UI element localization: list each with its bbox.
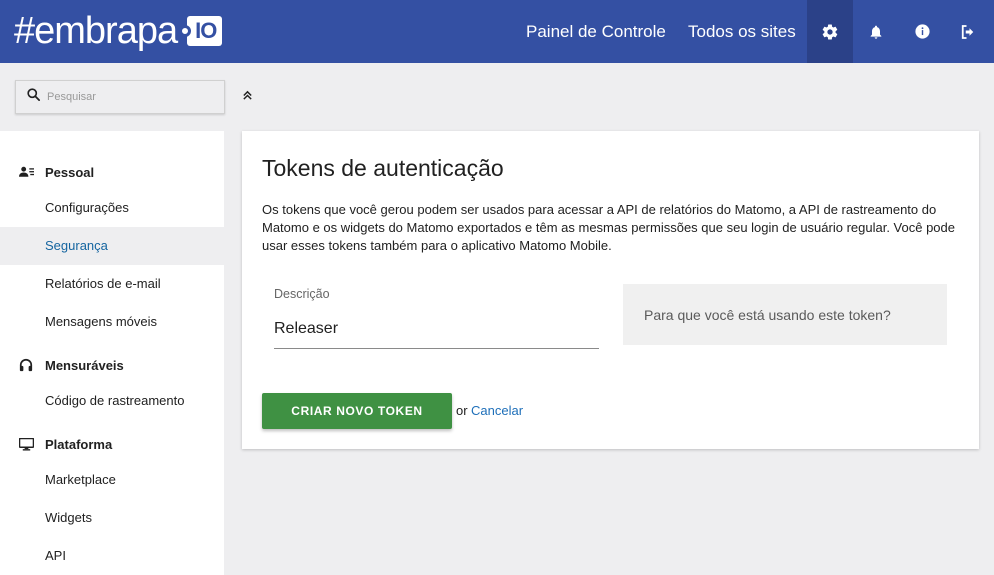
- sidebar-section-title: Pessoal: [45, 164, 95, 180]
- headset-icon: [18, 358, 34, 372]
- sidebar-section-title: Plataforma: [45, 436, 113, 452]
- cancel-link[interactable]: Cancelar: [471, 403, 523, 418]
- logo-text: #embrapa: [14, 10, 178, 52]
- search-input[interactable]: [47, 91, 207, 103]
- logo-badge: IO: [179, 16, 223, 46]
- sidebar-section-plataforma: Plataforma: [0, 432, 224, 456]
- or-text: or: [456, 403, 468, 418]
- sidebar-item-mensagens-moveis[interactable]: Mensagens móveis: [0, 303, 224, 341]
- sidebar-item-relatorios-email[interactable]: Relatórios de e-mail: [0, 265, 224, 303]
- sidebar-item-codigo-rastreamento[interactable]: Código de rastreamento: [0, 382, 224, 420]
- description-field-label: Descrição: [274, 287, 330, 301]
- gear-icon[interactable]: [807, 0, 853, 63]
- sidebar-menu: Pessoal Configurações Segurança Relatóri…: [0, 131, 224, 575]
- nav-all-sites-link[interactable]: Todos os sites: [688, 0, 796, 63]
- card-description: Os tokens que você gerou podem ser usado…: [262, 202, 955, 253]
- auth-tokens-card: Tokens de autenticação Os tokens que voc…: [242, 131, 979, 449]
- collapse-menu-button[interactable]: [238, 88, 256, 106]
- create-token-button[interactable]: CRIAR NOVO TOKEN: [262, 393, 452, 429]
- page-title: Tokens de autenticação: [262, 155, 504, 181]
- bell-icon[interactable]: [853, 0, 899, 63]
- sidebar-item-marketplace[interactable]: Marketplace: [0, 461, 224, 499]
- nav-dashboard-link[interactable]: Painel de Controle: [526, 0, 666, 63]
- sidebar-section-mensuraveis: Mensuráveis: [0, 353, 224, 377]
- logo-badge-text: IO: [187, 16, 223, 46]
- description-input[interactable]: [274, 309, 599, 349]
- embrapa-io-logo[interactable]: #embrapa IO: [14, 10, 223, 52]
- sidebar-item-api[interactable]: API: [0, 537, 224, 575]
- sidebar-section-pessoal: Pessoal: [0, 160, 224, 184]
- sidebar-item-widgets[interactable]: Widgets: [0, 499, 224, 537]
- person-list-icon: [18, 165, 34, 179]
- description-help-text: Para que você está usando este token?: [623, 284, 947, 345]
- info-icon[interactable]: [899, 0, 945, 63]
- top-navigation-bar: #embrapa IO Painel de Controle Todos os …: [0, 0, 994, 63]
- monitor-icon: [18, 437, 34, 451]
- sidebar-item-configuracoes[interactable]: Configurações: [0, 189, 224, 227]
- search-icon: [16, 87, 41, 107]
- search-box: [15, 80, 225, 114]
- double-chevron-up-icon: [242, 88, 253, 106]
- sidebar-item-seguranca[interactable]: Segurança: [0, 227, 224, 265]
- sidebar-section-title: Mensuráveis: [45, 357, 124, 373]
- logout-icon[interactable]: [945, 0, 991, 63]
